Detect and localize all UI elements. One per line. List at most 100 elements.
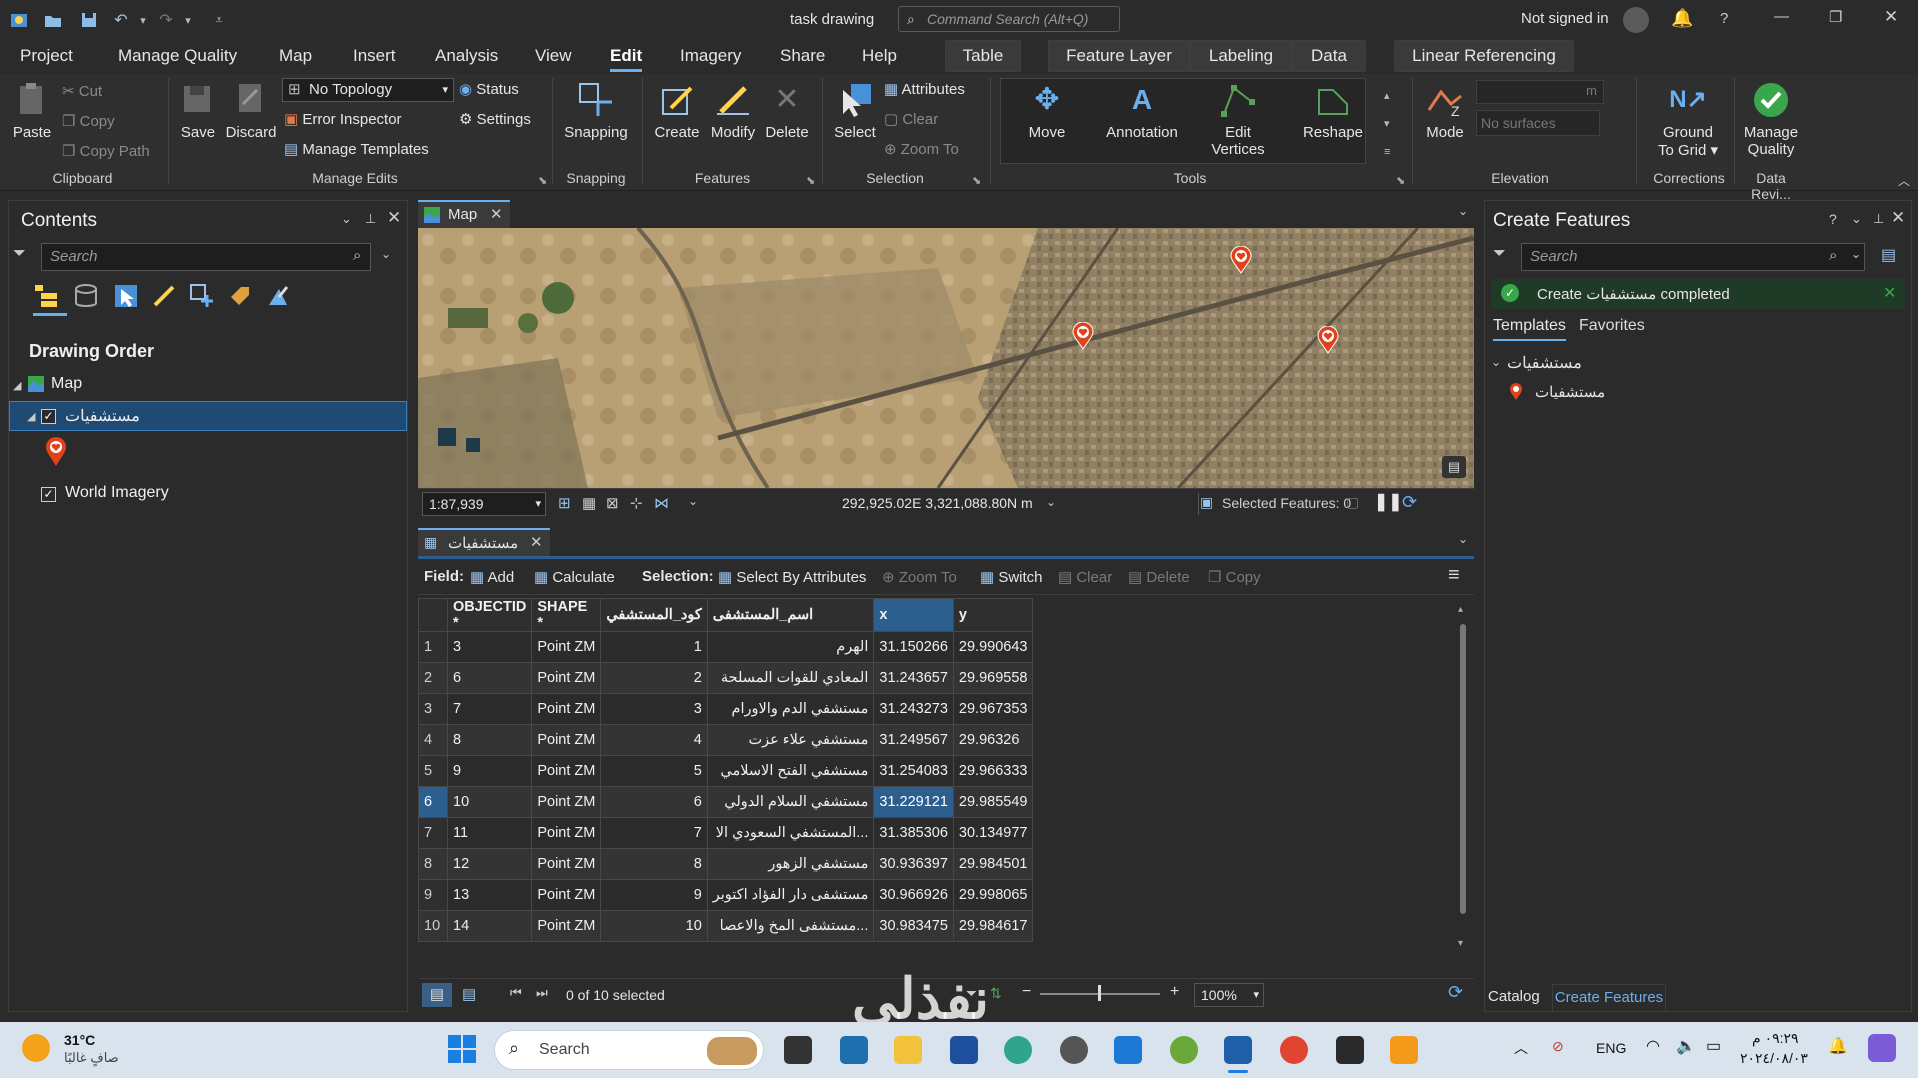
coordinate-format-icon[interactable]: ⌄ (1046, 495, 1056, 509)
row-number[interactable]: 2 (418, 662, 448, 694)
copy-button[interactable]: ❐ Copy (62, 112, 115, 130)
minimize-icon[interactable]: — (1774, 8, 1789, 25)
calculate-field-button[interactable]: ▦ Calculate (534, 568, 615, 586)
menu-imagery[interactable]: Imagery (680, 46, 741, 66)
hospital-name-cell[interactable]: مستشفي السلام الدولي (706, 786, 875, 818)
y-cell[interactable]: 29.990643 (952, 631, 1034, 663)
row-number[interactable]: 8 (418, 848, 448, 880)
column-header[interactable]: OBJECTID * (446, 598, 533, 632)
row-selector-header[interactable] (418, 598, 448, 632)
x-cell[interactable]: 30.936397 (873, 848, 954, 880)
search-icon[interactable]: ⌕ (1829, 247, 1837, 264)
table-row[interactable]: 9 13 Point ZM 9 مستشفى دار الفؤاد اكتوبر 30.9… (418, 879, 1034, 911)
layer-world-imagery[interactable]: World Imagery (65, 484, 169, 502)
hospital-symbol-icon[interactable] (45, 437, 67, 467)
table-menu-icon[interactable]: ≡ (1448, 564, 1460, 587)
menu-map[interactable]: Map (279, 46, 312, 66)
tab-feature-layer[interactable]: Feature Layer (1048, 40, 1190, 72)
shape-cell[interactable]: Point ZM (531, 910, 602, 942)
clear-selection-button[interactable]: ▢ Clear (884, 110, 938, 128)
y-cell[interactable]: 30.134977 (952, 817, 1034, 849)
row-number[interactable]: 6 (418, 786, 448, 818)
objectid-cell[interactable]: 12 (446, 848, 533, 880)
first-record-icon[interactable]: ⏮ (510, 985, 522, 1001)
hospital-code-cell[interactable]: 4 (600, 724, 708, 756)
language-indicator[interactable]: ENG (1596, 1040, 1626, 1056)
show-selected-records-icon[interactable]: ▤ (462, 985, 476, 1003)
manage-templates-button[interactable]: ▤ Manage Templates (284, 140, 429, 158)
list-by-perspective-imagery-icon[interactable] (265, 283, 291, 309)
zoom-in-icon[interactable]: + (1170, 983, 1179, 1001)
elevation-value-field[interactable]: m (1476, 80, 1604, 104)
y-cell[interactable]: 29.998065 (952, 879, 1034, 911)
map-tab-options-icon[interactable]: ⌄ (1458, 204, 1468, 218)
start-button[interactable] (448, 1035, 476, 1063)
hospital-name-cell[interactable]: ...المستشفي السعودي الا (706, 817, 875, 849)
undo-icon[interactable]: ↶ (110, 9, 132, 31)
tab-labeling[interactable]: Labeling (1190, 40, 1292, 72)
templates-search-input[interactable]: Search (1521, 243, 1865, 271)
list-by-snapping-icon[interactable] (189, 283, 215, 309)
list-by-editing-icon[interactable] (151, 283, 177, 309)
menu-edit[interactable]: Edit (610, 46, 643, 72)
copilot-icon[interactable] (1868, 1034, 1896, 1062)
zoom-slider-thumb[interactable] (1098, 985, 1101, 1001)
table-row[interactable]: 2 6 Point ZM 2 المعادي للقوات المسلحة 31.2436… (418, 662, 1034, 694)
table-tab[interactable]: ▦ مستشفيات ✕ (418, 528, 550, 556)
x-cell[interactable]: 30.983475 (873, 910, 954, 942)
zoom-out-icon[interactable]: − (1022, 983, 1031, 1001)
show-hidden-icons[interactable]: ︿ (1514, 1038, 1528, 1058)
objectid-cell[interactable]: 9 (446, 755, 533, 787)
ms-store-icon[interactable] (950, 1036, 978, 1064)
show-all-records-icon[interactable]: ▤ (422, 983, 452, 1007)
shape-cell[interactable]: Point ZM (531, 817, 602, 849)
dialog-launcher-icon[interactable]: ⬊ (1396, 174, 1405, 187)
filter-icon[interactable]: ⏷ (13, 245, 26, 263)
dialog-launcher-icon[interactable]: ⬊ (806, 174, 815, 187)
table-row[interactable]: 4 8 Point ZM 4 مستشفي علاء عزت 31.249567 29.96… (418, 724, 1034, 756)
objectid-cell[interactable]: 6 (446, 662, 533, 694)
table-row[interactable]: 1 3 Point ZM 1 الهرم 31.150266 29.990643 (418, 631, 1034, 663)
shape-cell[interactable]: Point ZM (531, 879, 602, 911)
pin-icon[interactable]: ⊥ (1873, 211, 1884, 227)
hospital-name-cell[interactable]: ...مستشفى المخ والاعصا (706, 910, 875, 942)
column-header[interactable]: SHAPE * (531, 598, 602, 632)
sort-icon[interactable]: ⇅ (990, 985, 1002, 1002)
objectid-cell[interactable]: 13 (446, 879, 533, 911)
wifi-icon[interactable]: ◠ (1646, 1036, 1660, 1056)
tab-data[interactable]: Data (1292, 40, 1366, 72)
settings-app-icon[interactable] (1060, 1036, 1088, 1064)
objectid-cell[interactable]: 14 (446, 910, 533, 942)
table-row[interactable]: 6 10 Point ZM 6 مستشفي السلام الدولي 31.22912… (418, 786, 1034, 818)
y-cell[interactable]: 29.969558 (952, 662, 1034, 694)
chevron-down-icon[interactable]: ⌄ (688, 494, 698, 508)
scrollbar-thumb[interactable] (1460, 624, 1466, 914)
tab-linear-referencing[interactable]: Linear Referencing (1394, 40, 1574, 72)
map-overlay-toggle-icon[interactable]: ▤ (1442, 456, 1466, 478)
pin-icon[interactable]: ⊥ (365, 211, 376, 227)
gallery-scroll-icon[interactable]: ▴ ▾ ≡ (1384, 82, 1390, 166)
table-zoom-dropdown[interactable]: 100% ▾ (1194, 983, 1264, 1007)
row-number[interactable]: 5 (418, 755, 448, 787)
hospital-marker[interactable] (1317, 325, 1339, 354)
y-cell[interactable]: 29.984501 (952, 848, 1034, 880)
tab-templates[interactable]: Templates (1493, 317, 1566, 341)
objectid-cell[interactable]: 3 (446, 631, 533, 663)
redo-icon[interactable]: ↷ (155, 9, 177, 31)
y-cell[interactable]: 29.966333 (952, 755, 1034, 787)
tab-catalog[interactable]: Catalog (1488, 988, 1540, 1005)
menu-project[interactable]: Project (20, 46, 73, 66)
map-node[interactable]: Map (51, 375, 82, 393)
weather-icon[interactable] (22, 1034, 50, 1062)
close-pane-icon[interactable]: ✕ (387, 208, 401, 228)
table-row[interactable]: 7 11 Point ZM 7 ...المستشفي السعودي الا 31.38… (418, 817, 1034, 849)
dialog-launcher-icon[interactable]: ⬊ (538, 174, 547, 187)
shape-cell[interactable]: Point ZM (531, 786, 602, 818)
modify-button[interactable]: Modify (706, 80, 760, 141)
elevation-mode-button[interactable]: Z Mode (1420, 80, 1470, 141)
zoom-extent-icon[interactable]: ⊠ (606, 494, 619, 512)
hospital-name-cell[interactable]: مستشفي علاء عزت (706, 724, 875, 756)
status-button[interactable]: ◉ Status (459, 80, 519, 98)
copy-path-button[interactable]: ❐ Copy Path (62, 142, 150, 160)
clear-selection-button[interactable]: ▤ Clear (1058, 568, 1112, 586)
